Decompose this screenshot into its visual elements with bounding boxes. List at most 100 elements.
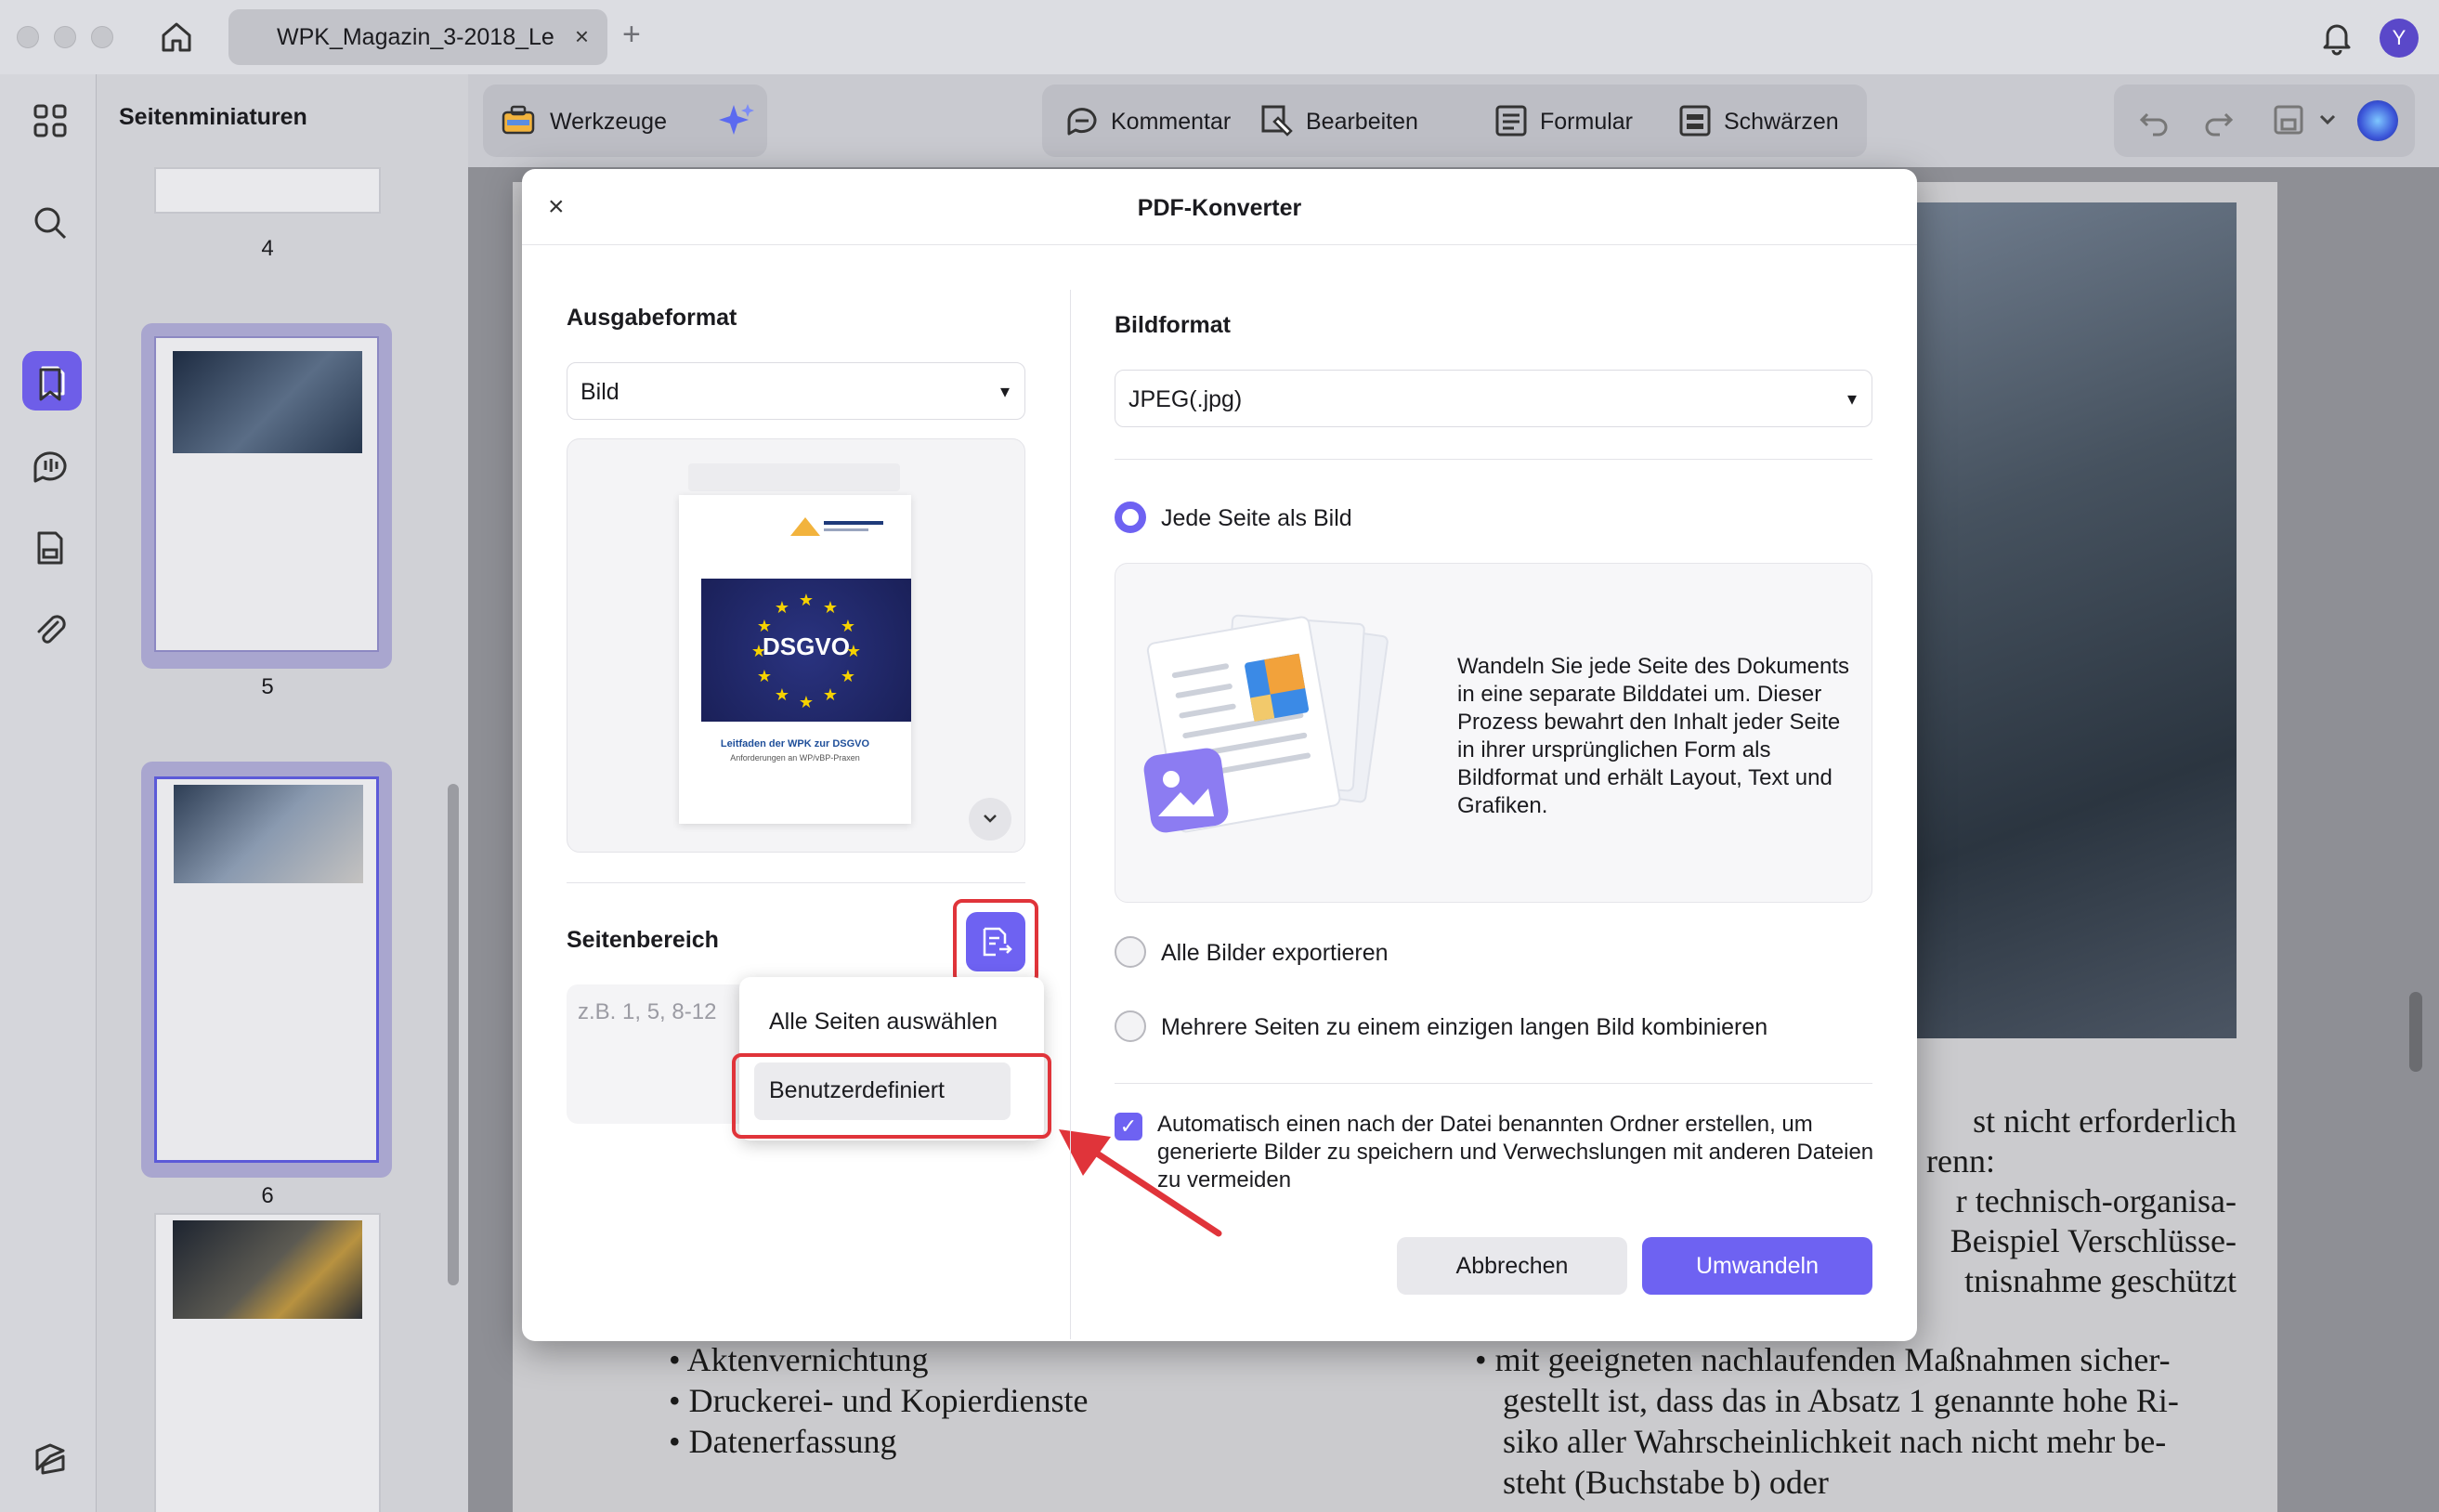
document-photo xyxy=(1913,202,2237,1038)
page-thumbnail[interactable] xyxy=(154,167,381,214)
bell-icon[interactable] xyxy=(2318,19,2355,56)
svg-text:★: ★ xyxy=(823,685,838,705)
text-line: • mit geeigneten nachlaufenden Maßnahmen… xyxy=(1475,1341,2171,1378)
page-thumbnail-selected[interactable] xyxy=(141,323,392,669)
page-number: 4 xyxy=(261,236,274,261)
text-line: steht (Buchstabe b) oder xyxy=(1503,1464,1829,1501)
text-line: tnisnahme geschützt xyxy=(1964,1262,2237,1299)
radio-export-all-images[interactable] xyxy=(1115,936,1146,968)
page-stack xyxy=(688,463,900,491)
history-group xyxy=(2114,85,2415,157)
convert-button[interactable]: Umwandeln xyxy=(1642,1237,1872,1295)
text-line: st nicht erforderlich xyxy=(1973,1102,2237,1140)
page-thumbnail-selected[interactable] xyxy=(141,762,392,1178)
main-toolbar: Werkzeuge Kommentar Bearbeiten Formular … xyxy=(468,74,2439,167)
option-each-page-label[interactable]: Jede Seite als Bild xyxy=(1161,505,1352,532)
option-description-text: Wandeln Sie jede Seite des Dokuments in … xyxy=(1457,654,1850,818)
dialog-title: PDF-Konverter xyxy=(1137,195,1302,221)
cancel-button[interactable]: Abbrechen xyxy=(1397,1237,1627,1295)
radio-combine-pages[interactable] xyxy=(1115,1010,1146,1042)
title-bar: WPK_Magazin_3-2018_Le × + Y xyxy=(0,0,2439,74)
output-format-label: Ausgabeformat xyxy=(567,305,737,331)
svg-text:★: ★ xyxy=(775,685,789,705)
attachment-page-icon[interactable] xyxy=(30,528,71,568)
svg-text:★: ★ xyxy=(799,693,814,712)
avatar[interactable]: Y xyxy=(2380,19,2419,58)
ai-assistant-icon[interactable] xyxy=(2357,100,2398,141)
apps-grid-icon[interactable] xyxy=(30,100,71,141)
page-range-placeholder: z.B. 1, 5, 8-12 xyxy=(578,999,717,1024)
document-scrollbar[interactable] xyxy=(2409,992,2422,1072)
dropdown-arrow-icon: ▾ xyxy=(999,382,1010,402)
auto-folder-checkbox[interactable]: ✓ xyxy=(1115,1113,1142,1141)
svg-text:★: ★ xyxy=(751,642,766,661)
mode-group: Kommentar Bearbeiten Formular Schwärzen xyxy=(1042,85,1867,157)
auto-folder-label[interactable]: Automatisch einen nach der Datei benannt… xyxy=(1157,1111,1882,1194)
page-number: 5 xyxy=(261,674,274,699)
redo-icon[interactable] xyxy=(2203,105,2235,137)
bookmark-icon[interactable] xyxy=(30,364,71,405)
svg-text:★: ★ xyxy=(846,642,861,661)
chevron-down-icon[interactable] xyxy=(2318,112,2337,127)
svg-text:★: ★ xyxy=(775,598,789,618)
ai-sparkle-icon[interactable] xyxy=(717,101,756,140)
new-tab-button[interactable]: + xyxy=(622,17,641,53)
text-line: r technisch-organisa- xyxy=(1955,1182,2237,1219)
document-bullet-list: • Aktenvernichtung • Druckerei- und Kopi… xyxy=(669,1339,1088,1462)
comment-icon[interactable] xyxy=(30,446,71,487)
left-rail xyxy=(0,74,97,1512)
output-format-select[interactable]: Bild ▾ xyxy=(567,362,1025,420)
page-select-icon xyxy=(983,927,1012,957)
undo-icon[interactable] xyxy=(2138,105,2170,137)
home-icon[interactable] xyxy=(158,19,195,56)
list-item: • Datenerfassung xyxy=(669,1423,897,1460)
preview-panel: DSGVO ★ ★ ★ ★ ★ ★ ★ ★ ★ ★ ★ ★ Leitfaden der WPK zur… xyxy=(567,438,1025,853)
layers-icon[interactable] xyxy=(30,1438,71,1479)
image-format-value: JPEG(.jpg) xyxy=(1128,386,1243,412)
option-export-all-images-label[interactable]: Alle Bilder exportieren xyxy=(1161,940,1389,967)
select-all-pages-option[interactable]: Alle Seiten auswählen xyxy=(769,1009,998,1036)
option-combine-pages-label[interactable]: Mehrere Seiten zu einem einzigen langen … xyxy=(1161,1014,1767,1041)
svg-text:★: ★ xyxy=(841,667,855,686)
image-format-select[interactable]: JPEG(.jpg) ▾ xyxy=(1115,370,1872,427)
option-description-panel: Wandeln Sie jede Seite des Dokuments in … xyxy=(1115,563,1872,903)
save-icon[interactable] xyxy=(2272,103,2305,137)
radio-each-page[interactable] xyxy=(1115,502,1146,533)
images-illustration-icon xyxy=(1143,614,1389,833)
chevron-down-icon xyxy=(984,815,997,823)
divider xyxy=(1115,1083,1872,1084)
page-range-menu-button[interactable] xyxy=(966,912,1025,971)
form-mode-button[interactable]: Formular xyxy=(1540,109,1633,136)
expand-preview-button[interactable] xyxy=(969,798,1011,841)
thumbnail-photo xyxy=(173,351,362,453)
minimize-window-button[interactable] xyxy=(54,26,76,48)
document-tab[interactable]: WPK_Magazin_3-2018_Le × xyxy=(228,9,607,65)
comment-mode-button[interactable]: Kommentar xyxy=(1111,109,1231,136)
page-number: 6 xyxy=(261,1183,274,1208)
preview-page: DSGVO ★ ★ ★ ★ ★ ★ ★ ★ ★ ★ ★ ★ Leitfaden der WPK zur… xyxy=(679,495,911,824)
edit-mode-button[interactable]: Bearbeiten xyxy=(1306,109,1418,136)
thumbnail-photo xyxy=(174,785,363,883)
page-range-label: Seitenbereich xyxy=(567,927,719,953)
redact-mode-button[interactable]: Schwärzen xyxy=(1724,109,1839,136)
svg-text:★: ★ xyxy=(799,591,814,610)
list-item: • Druckerei- und Kopierdienste xyxy=(669,1382,1089,1419)
zoom-window-button[interactable] xyxy=(91,26,113,48)
tab-close-button[interactable]: × xyxy=(575,22,589,51)
comment-icon xyxy=(1067,108,1097,136)
svg-text:★: ★ xyxy=(757,617,772,636)
thumbnail-photo xyxy=(173,1220,362,1319)
svg-text:★: ★ xyxy=(823,598,838,618)
search-icon[interactable] xyxy=(30,202,71,243)
dialog-header: × PDF-Konverter xyxy=(522,169,1917,245)
paperclip-icon[interactable] xyxy=(30,609,71,650)
list-item: • Aktenvernichtung xyxy=(669,1341,929,1378)
thumbnail-sidebar: Seitenminiaturen 4 5 6 xyxy=(97,74,468,1512)
close-window-button[interactable] xyxy=(17,26,39,48)
svg-text:★: ★ xyxy=(757,667,772,686)
sidebar-scrollbar[interactable] xyxy=(448,784,459,1285)
page-thumbnail[interactable] xyxy=(154,1213,381,1512)
form-icon xyxy=(1495,105,1527,137)
divider xyxy=(1115,459,1872,460)
tools-button[interactable]: Werkzeuge xyxy=(550,109,667,136)
